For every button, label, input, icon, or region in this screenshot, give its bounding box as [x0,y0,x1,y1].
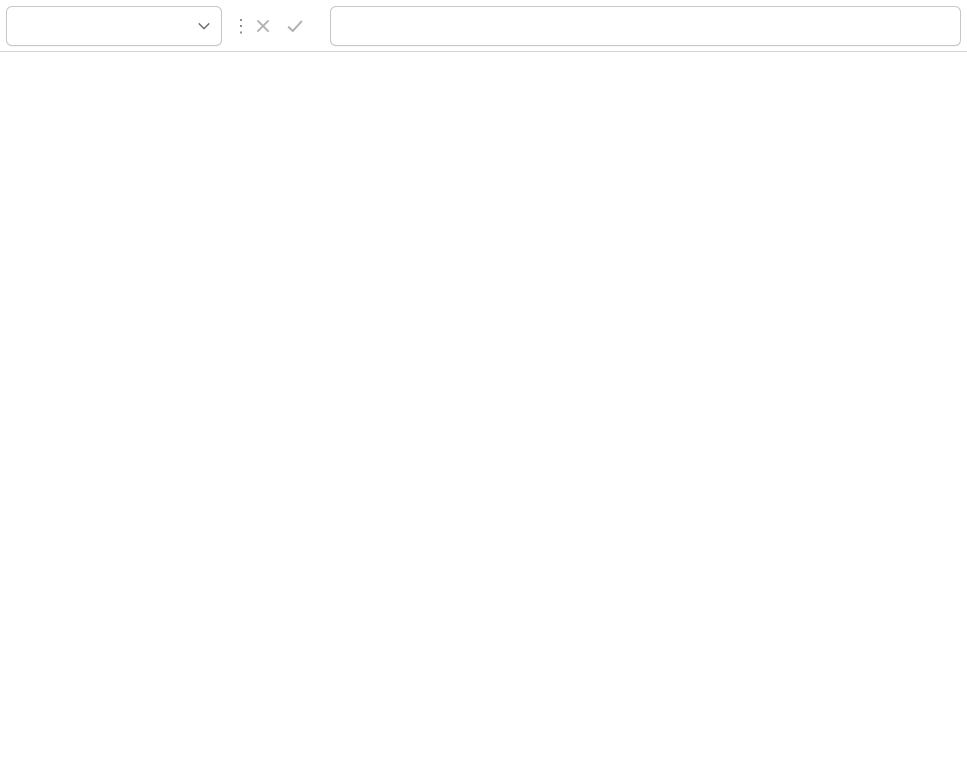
name-box-dropdown[interactable] [187,7,221,45]
chevron-down-icon [197,19,211,33]
accept-formula-button[interactable] [280,8,310,44]
formula-input[interactable] [330,6,961,46]
formula-controls: ⋮ [230,6,322,46]
check-icon [285,16,305,36]
close-icon [254,17,272,35]
name-box[interactable] [7,7,187,45]
dots-icon: ⋮ [230,21,246,31]
name-box-container [6,6,222,46]
cancel-formula-button[interactable] [248,8,278,44]
formula-bar: ⋮ [0,0,967,52]
